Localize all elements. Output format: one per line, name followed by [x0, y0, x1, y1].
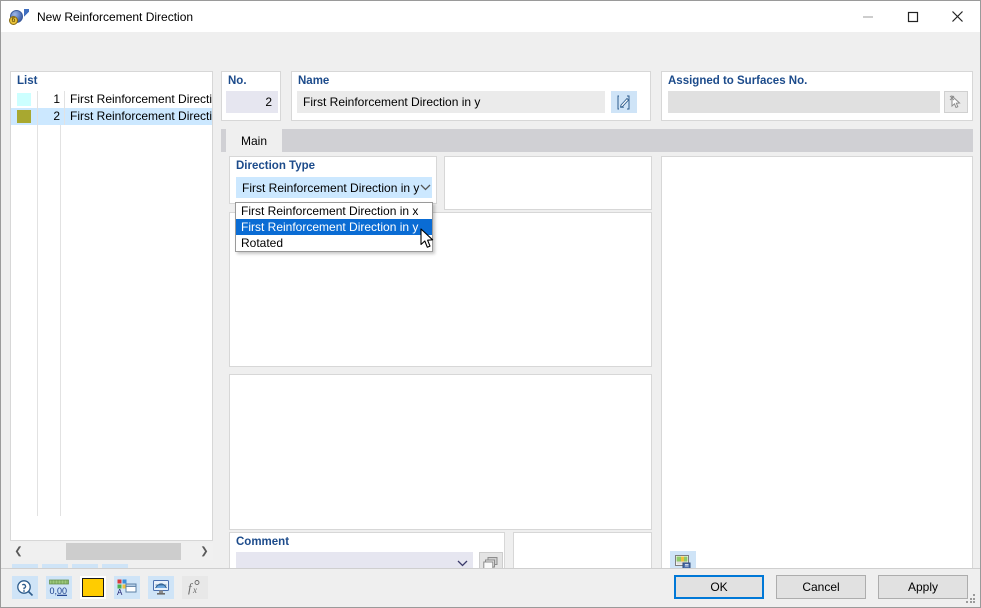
chevron-down-icon[interactable] — [419, 184, 432, 191]
list-empty-row — [11, 295, 212, 312]
minimize-button[interactable] — [845, 1, 890, 32]
list-empty-row — [11, 380, 212, 397]
scrollbar-track[interactable] — [27, 543, 196, 560]
resize-grip[interactable] — [966, 594, 976, 604]
color-swatch — [17, 93, 31, 106]
color-swatch-button[interactable] — [80, 576, 106, 599]
list-empty-row — [11, 227, 212, 244]
dropdown-option-0[interactable]: First Reinforcement Direction in x — [236, 203, 432, 219]
list-item[interactable]: 1 First Reinforcement Direction in x — [11, 91, 212, 108]
dialog-window: 6 New Reinforcement Direction List 1 Fir… — [0, 0, 981, 608]
list-empty-row — [11, 142, 212, 159]
list-empty-row — [11, 431, 212, 448]
direction-type-combobox[interactable]: First Reinforcement Direction in y — [236, 177, 432, 198]
direction-type-value: First Reinforcement Direction in y — [242, 180, 420, 195]
decimal-places-button[interactable]: 0, 00 — [46, 576, 72, 599]
color-swatch-cell — [11, 91, 38, 108]
content-panel-top-right — [444, 156, 652, 210]
number-label: No. — [228, 75, 247, 87]
list-empty-row — [11, 499, 212, 516]
help-button[interactable] — [12, 576, 38, 599]
list-empty-row — [11, 312, 212, 329]
dialog-buttons: OK Cancel Apply — [674, 575, 968, 599]
scroll-left-icon[interactable]: ❮ — [10, 543, 27, 560]
ok-button[interactable]: OK — [674, 575, 764, 599]
color-swatch — [17, 110, 31, 123]
dropdown-option-2[interactable]: Rotated — [236, 235, 432, 251]
svg-text:A: A — [117, 588, 123, 596]
close-button[interactable] — [935, 1, 980, 32]
list-empty-row — [11, 278, 212, 295]
content-panel-lower — [229, 374, 652, 530]
name-input[interactable]: First Reinforcement Direction in y — [297, 91, 605, 113]
list-empty-row — [11, 448, 212, 465]
bottom-bar: 0, 00 A f x OK Cancel Apply — [1, 568, 980, 607]
list-empty-row — [11, 176, 212, 193]
color-swatch-cell — [11, 108, 38, 125]
cancel-button[interactable]: Cancel — [776, 575, 866, 599]
list-empty-row — [11, 193, 212, 210]
bottom-toolbar: 0, 00 A f x — [12, 576, 208, 599]
scrollbar-thumb[interactable] — [66, 543, 181, 560]
list-item-number: 1 — [38, 91, 65, 108]
list-empty-row — [11, 210, 212, 227]
direction-type-label: Direction Type — [236, 160, 316, 172]
display-properties-button[interactable]: A — [114, 576, 140, 599]
dialog-body: List 1 First Reinforcement Direction in … — [1, 32, 980, 607]
chevron-down-icon[interactable] — [451, 560, 473, 567]
list-empty-row — [11, 125, 212, 142]
list-empty-row — [11, 397, 212, 414]
svg-text:0,: 0, — [50, 586, 58, 596]
comment-label: Comment — [236, 536, 290, 548]
list-empty-row — [11, 329, 212, 346]
reinforcement-direction-icon: 6 — [9, 7, 29, 27]
list-rows: 1 First Reinforcement Direction in x 2 F… — [11, 91, 212, 540]
list-item-name: First Reinforcement Direction in y — [70, 109, 212, 123]
list-horizontal-scrollbar[interactable]: ❮ ❯ — [10, 543, 213, 560]
window-controls — [845, 1, 980, 32]
list-item[interactable]: 2 First Reinforcement Direction in y — [11, 108, 212, 125]
assigned-surfaces-panel: Assigned to Surfaces No. — [661, 71, 973, 121]
direction-type-panel: Direction Type First Reinforcement Direc… — [229, 156, 437, 204]
scroll-right-icon[interactable]: ❯ — [196, 543, 213, 560]
list-panel-label: List — [17, 75, 38, 87]
tab-main-label: Main — [240, 133, 267, 148]
list-item-name: First Reinforcement Direction in x — [70, 92, 212, 106]
name-label: Name — [298, 75, 330, 87]
name-edit-icon[interactable] — [611, 91, 637, 113]
number-field[interactable]: 2 — [226, 91, 278, 113]
list-empty-row — [11, 414, 212, 431]
list-empty-row — [11, 159, 212, 176]
tab-main[interactable]: Main — [226, 129, 282, 152]
list-empty-row — [11, 346, 212, 363]
graphic-panel — [661, 156, 973, 580]
direction-type-dropdown[interactable]: First Reinforcement Direction in x First… — [235, 202, 433, 252]
list-empty-row — [11, 244, 212, 261]
list-empty-row — [11, 482, 212, 499]
list-empty-row — [11, 363, 212, 380]
list-empty-row — [11, 465, 212, 482]
list-item-number: 2 — [38, 108, 65, 125]
tab-strip: Main — [221, 129, 973, 152]
color-swatch — [82, 578, 104, 597]
assigned-surfaces-input[interactable] — [668, 91, 940, 113]
formula-button[interactable]: f x — [182, 576, 208, 599]
name-panel: Name First Reinforcement Direction in y — [291, 71, 651, 121]
svg-text:x: x — [192, 585, 197, 595]
apply-button[interactable]: Apply — [878, 575, 968, 599]
list-empty-row — [11, 261, 212, 278]
assigned-surfaces-label: Assigned to Surfaces No. — [668, 75, 808, 87]
window-title: New Reinforcement Direction — [37, 9, 194, 24]
dropdown-option-1[interactable]: First Reinforcement Direction in y — [236, 219, 432, 235]
pick-surfaces-icon[interactable] — [944, 91, 968, 113]
maximize-button[interactable] — [890, 1, 935, 32]
number-panel: No. 2 — [221, 71, 281, 121]
list-panel: List 1 First Reinforcement Direction in … — [10, 71, 213, 541]
title-bar: 6 New Reinforcement Direction — [1, 1, 980, 32]
visibility-button[interactable] — [148, 576, 174, 599]
svg-text:00: 00 — [57, 586, 67, 596]
